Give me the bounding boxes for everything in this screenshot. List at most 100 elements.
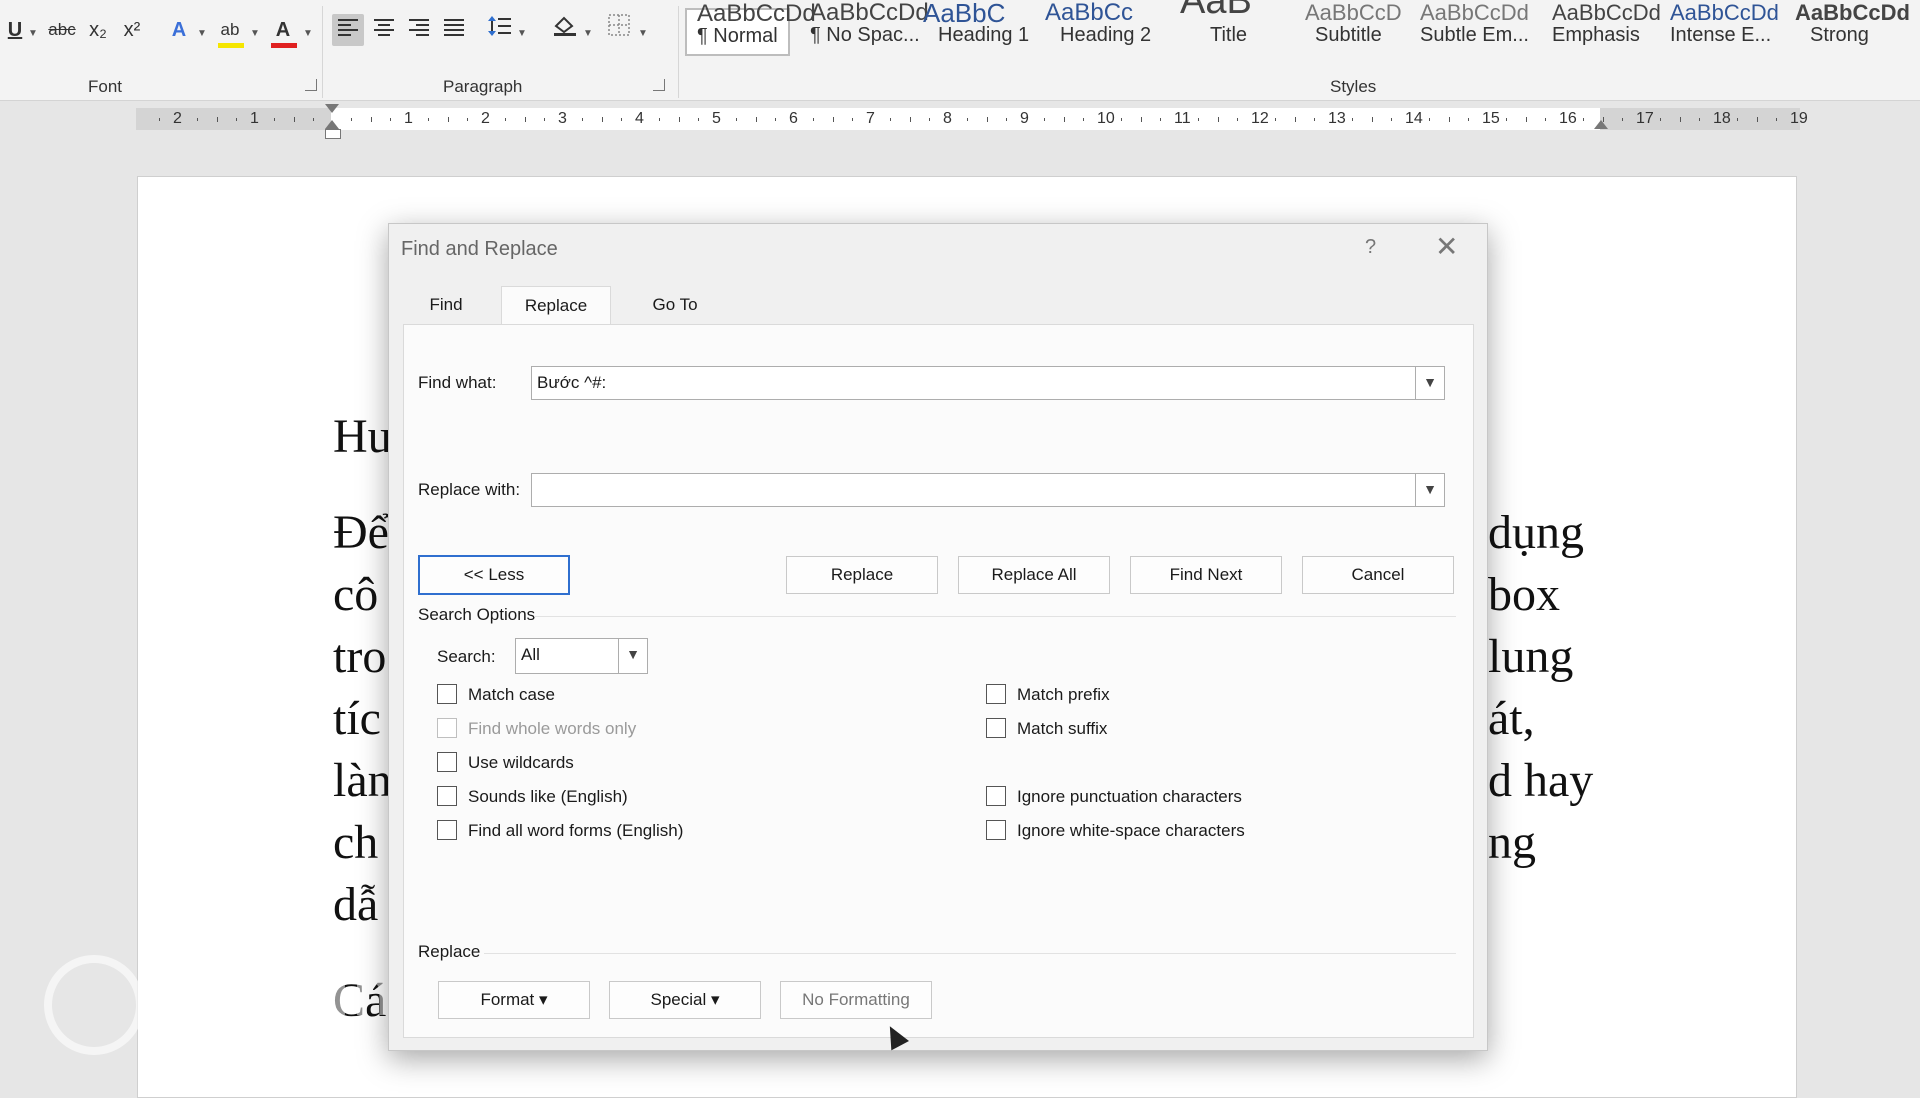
chevron-down-icon[interactable]: ▼ [618,639,647,673]
justify-button[interactable] [438,14,470,46]
first-line-indent-marker[interactable] [325,104,339,113]
ruler-tick [1756,117,1758,122]
ruler-tick [216,117,218,122]
style-subtle-emphasis[interactable]: AaBbCcDd Subtle Em... [1420,0,1529,58]
ruler-tick [1352,118,1354,121]
ruler-tick [967,118,969,121]
ruler-tick [1390,118,1392,121]
strikethrough-button[interactable]: abc [44,14,80,46]
ruler-number: 18 [1713,110,1731,127]
search-direction-select[interactable]: All ▼ [515,638,648,674]
word-forms-checkbox[interactable] [437,820,457,840]
sounds-like-checkbox[interactable] [437,786,457,806]
underline-dropdown[interactable]: ▼ [26,14,40,46]
tab-go-to[interactable]: Go To [625,286,725,324]
cancel-button[interactable]: Cancel [1302,556,1454,594]
left-indent-marker[interactable] [325,129,341,139]
replace-with-input[interactable]: ▼ [531,473,1445,507]
hanging-indent-marker[interactable] [325,120,339,129]
tab-label: Go To [652,295,698,314]
ruler-number: 3 [558,110,567,127]
tab-replace[interactable]: Replace [501,286,611,325]
close-icon[interactable]: ✕ [1435,230,1458,263]
section-divider [484,953,1456,954]
style-subtitle[interactable]: AaBbCcD Subtitle [1305,0,1402,58]
ruler-tick [986,117,988,122]
ruler-tick [659,118,661,121]
use-wildcards-checkbox[interactable] [437,752,457,772]
ruler-number: 1 [250,110,259,127]
replace-all-button[interactable]: Replace All [958,556,1110,594]
ignore-whitespace-checkbox[interactable] [986,820,1006,840]
align-left-button[interactable] [332,14,364,46]
tab-find[interactable]: Find [413,286,479,324]
ruler-tick [1140,117,1142,122]
superscript-button[interactable]: x² [118,14,146,46]
find-what-input[interactable]: Bước ^#: ▼ [531,366,1445,400]
ruler-tick [197,118,199,121]
text-effects-button[interactable]: A [164,14,194,46]
paragraph-dialog-launcher[interactable] [653,79,665,91]
ruler-tick [428,118,430,121]
line-spacing-button[interactable] [486,14,514,46]
shading-button[interactable] [550,14,580,46]
horizontal-ruler[interactable]: 2 1 1 2 3 4 5 6 7 8 9 10 11 12 13 14 15 16 17 18 19 [136,104,1808,139]
ruler-tick [389,118,391,121]
ignore-punctuation-checkbox[interactable] [986,786,1006,806]
ruler-number: 9 [1020,110,1029,127]
style-emphasis[interactable]: AaBbCcDd Emphasis [1552,0,1661,58]
borders-button[interactable] [604,14,634,46]
font-dialog-launcher[interactable] [305,79,317,91]
find-next-button[interactable]: Find Next [1130,556,1282,594]
style-strong[interactable]: AaBbCcDd Strong [1795,0,1910,58]
style-normal[interactable]: AaBbCcDd ¶ Normal [685,0,816,56]
ruler-right-margin [1600,108,1800,130]
highlight-dropdown[interactable]: ▼ [249,14,261,46]
text-effects-dropdown[interactable]: ▼ [196,14,208,46]
align-center-button[interactable] [368,14,400,46]
help-icon[interactable]: ? [1365,236,1376,259]
ruler-tick [1294,117,1296,122]
font-color-dropdown[interactable]: ▼ [302,14,314,46]
subscript-button[interactable]: x₂ [84,14,112,46]
borders-dropdown[interactable]: ▼ [637,14,649,46]
less-button[interactable]: << Less [418,555,570,595]
shading-icon [554,16,576,36]
format-button[interactable]: Format ▾ [438,981,590,1019]
ruler-number: 14 [1405,110,1423,127]
document-text-line: Hu [333,410,392,463]
style-label: Title [1210,24,1248,46]
document-text-line: Để [333,506,389,559]
style-intense-emphasis[interactable]: AaBbCcDd Intense E... [1670,0,1779,58]
highlight-color-bar [218,43,244,48]
match-case-checkbox[interactable] [437,684,457,704]
match-suffix-checkbox[interactable] [986,718,1006,738]
right-indent-marker[interactable] [1594,120,1608,129]
ruler-tick [1506,118,1508,121]
chevron-down-icon[interactable]: ▼ [1415,474,1444,506]
highlight-button[interactable]: ab [214,14,246,48]
align-right-button[interactable] [403,14,435,46]
style-heading-1[interactable]: AaBbC Heading 1 [923,0,1029,58]
align-center-icon [374,19,394,36]
ruler-tick [1525,117,1527,122]
ruler-number: 11 [1174,110,1191,127]
style-no-spacing[interactable]: AaBbCcDd ¶ No Spac... [810,0,929,58]
special-button[interactable]: Special ▾ [609,981,761,1019]
ruler-tick [1467,118,1469,121]
style-title[interactable]: AaB Title [1180,0,1252,58]
use-wildcards-label: Use wildcards [468,753,574,772]
shading-dropdown[interactable]: ▼ [582,14,594,46]
font-color-button[interactable]: A [268,14,298,48]
styles-group-label: Styles [1330,77,1377,96]
style-heading-2[interactable]: AaBbCc Heading 2 [1045,0,1151,58]
watermark-logo-icon [44,955,144,1055]
whole-words-label: Find whole words only [468,719,637,738]
ruler-tick [543,118,545,121]
replace-button[interactable]: Replace [786,556,938,594]
line-spacing-dropdown[interactable]: ▼ [516,14,528,46]
replace-tab-panel: Find what: Bước ^#: ▼ Replace with: ▼ <<… [403,324,1474,1038]
match-prefix-checkbox[interactable] [986,684,1006,704]
chevron-down-icon[interactable]: ▼ [1415,367,1444,399]
search-options-label: Search Options [418,605,536,624]
